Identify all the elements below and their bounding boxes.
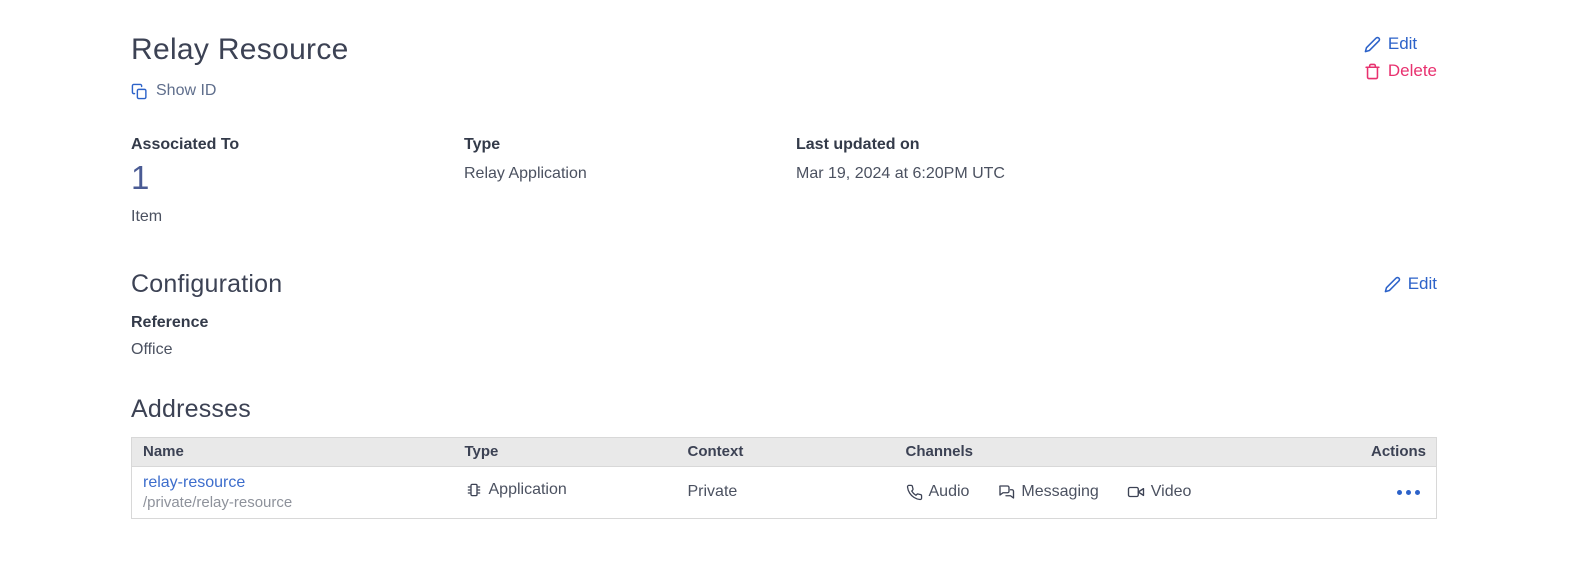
- configuration-title: Configuration: [131, 270, 282, 299]
- details-row: Associated To 1 Item Type Relay Applicat…: [131, 136, 1437, 226]
- title-block: Relay Resource Show ID: [131, 33, 349, 105]
- edit-resource-button[interactable]: Edit: [1364, 33, 1417, 55]
- detail-last-updated: Last updated on Mar 19, 2024 at 6:20PM U…: [796, 136, 1437, 226]
- address-type-cell: Application: [465, 466, 688, 518]
- column-header-context: Context: [688, 437, 906, 466]
- channel-messaging: Messaging: [997, 483, 1098, 501]
- configuration-header: Configuration Edit: [131, 270, 1437, 299]
- address-path: /private/relay-resource: [143, 494, 465, 511]
- phone-audio-icon: [906, 484, 923, 501]
- column-header-type: Type: [465, 437, 688, 466]
- channel-audio-label: Audio: [929, 483, 970, 501]
- more-horizontal-icon: [1397, 490, 1402, 495]
- delete-resource-label: Delete: [1388, 60, 1437, 82]
- address-channels-cell: Audio Messaging: [906, 466, 1368, 518]
- addresses-table-header-row: Name Type Context Channels Actions: [132, 437, 1437, 466]
- address-actions-cell: [1368, 466, 1437, 518]
- page-container: Relay Resource Show ID Edit: [131, 0, 1437, 519]
- chat-bubbles-icon: [997, 483, 1015, 501]
- type-label: Type: [464, 136, 796, 154]
- channel-messaging-label: Messaging: [1021, 483, 1098, 501]
- address-context-cell: Private: [688, 466, 906, 518]
- addresses-table: Name Type Context Channels Actions relay…: [131, 437, 1437, 519]
- associated-to-count: 1: [131, 160, 464, 196]
- edit-configuration-label: Edit: [1408, 273, 1437, 295]
- detail-associated-to: Associated To 1 Item: [131, 136, 464, 226]
- column-header-name: Name: [132, 437, 465, 466]
- more-actions-button[interactable]: [1393, 486, 1424, 499]
- last-updated-label: Last updated on: [796, 136, 1437, 154]
- delete-resource-button[interactable]: Delete: [1364, 60, 1437, 82]
- reference-value: Office: [131, 341, 1437, 359]
- channel-audio: Audio: [906, 483, 970, 501]
- last-updated-value: Mar 19, 2024 at 6:20PM UTC: [796, 165, 1437, 183]
- column-header-actions: Actions: [1368, 437, 1437, 466]
- address-context-value: Private: [688, 483, 738, 500]
- trash-icon: [1364, 63, 1381, 80]
- page-header: Relay Resource Show ID Edit: [131, 33, 1437, 105]
- copy-icon: [131, 83, 148, 100]
- address-type-value: Application: [489, 481, 567, 499]
- channel-video-label: Video: [1151, 483, 1192, 501]
- channel-video: Video: [1127, 483, 1192, 501]
- page-title: Relay Resource: [131, 33, 349, 67]
- detail-type: Type Relay Application: [464, 136, 796, 226]
- show-id-label: Show ID: [156, 82, 216, 100]
- addresses-title: Addresses: [131, 395, 1437, 424]
- reference-label: Reference: [131, 314, 1437, 332]
- application-chip-icon: [465, 481, 483, 499]
- pencil-icon: [1384, 276, 1401, 293]
- address-name-link[interactable]: relay-resource: [143, 474, 245, 492]
- type-value: Relay Application: [464, 165, 796, 183]
- video-camera-icon: [1127, 483, 1145, 501]
- associated-to-unit: Item: [131, 208, 464, 226]
- associated-to-label: Associated To: [131, 136, 464, 154]
- show-id-button[interactable]: Show ID: [131, 82, 216, 100]
- edit-resource-label: Edit: [1388, 33, 1417, 55]
- address-name-cell: relay-resource /private/relay-resource: [132, 466, 465, 518]
- column-header-channels: Channels: [906, 437, 1368, 466]
- header-actions: Edit Delete: [1364, 33, 1437, 82]
- pencil-icon: [1364, 36, 1381, 53]
- address-table-row: relay-resource /private/relay-resource: [132, 466, 1437, 518]
- edit-configuration-button[interactable]: Edit: [1384, 273, 1437, 295]
